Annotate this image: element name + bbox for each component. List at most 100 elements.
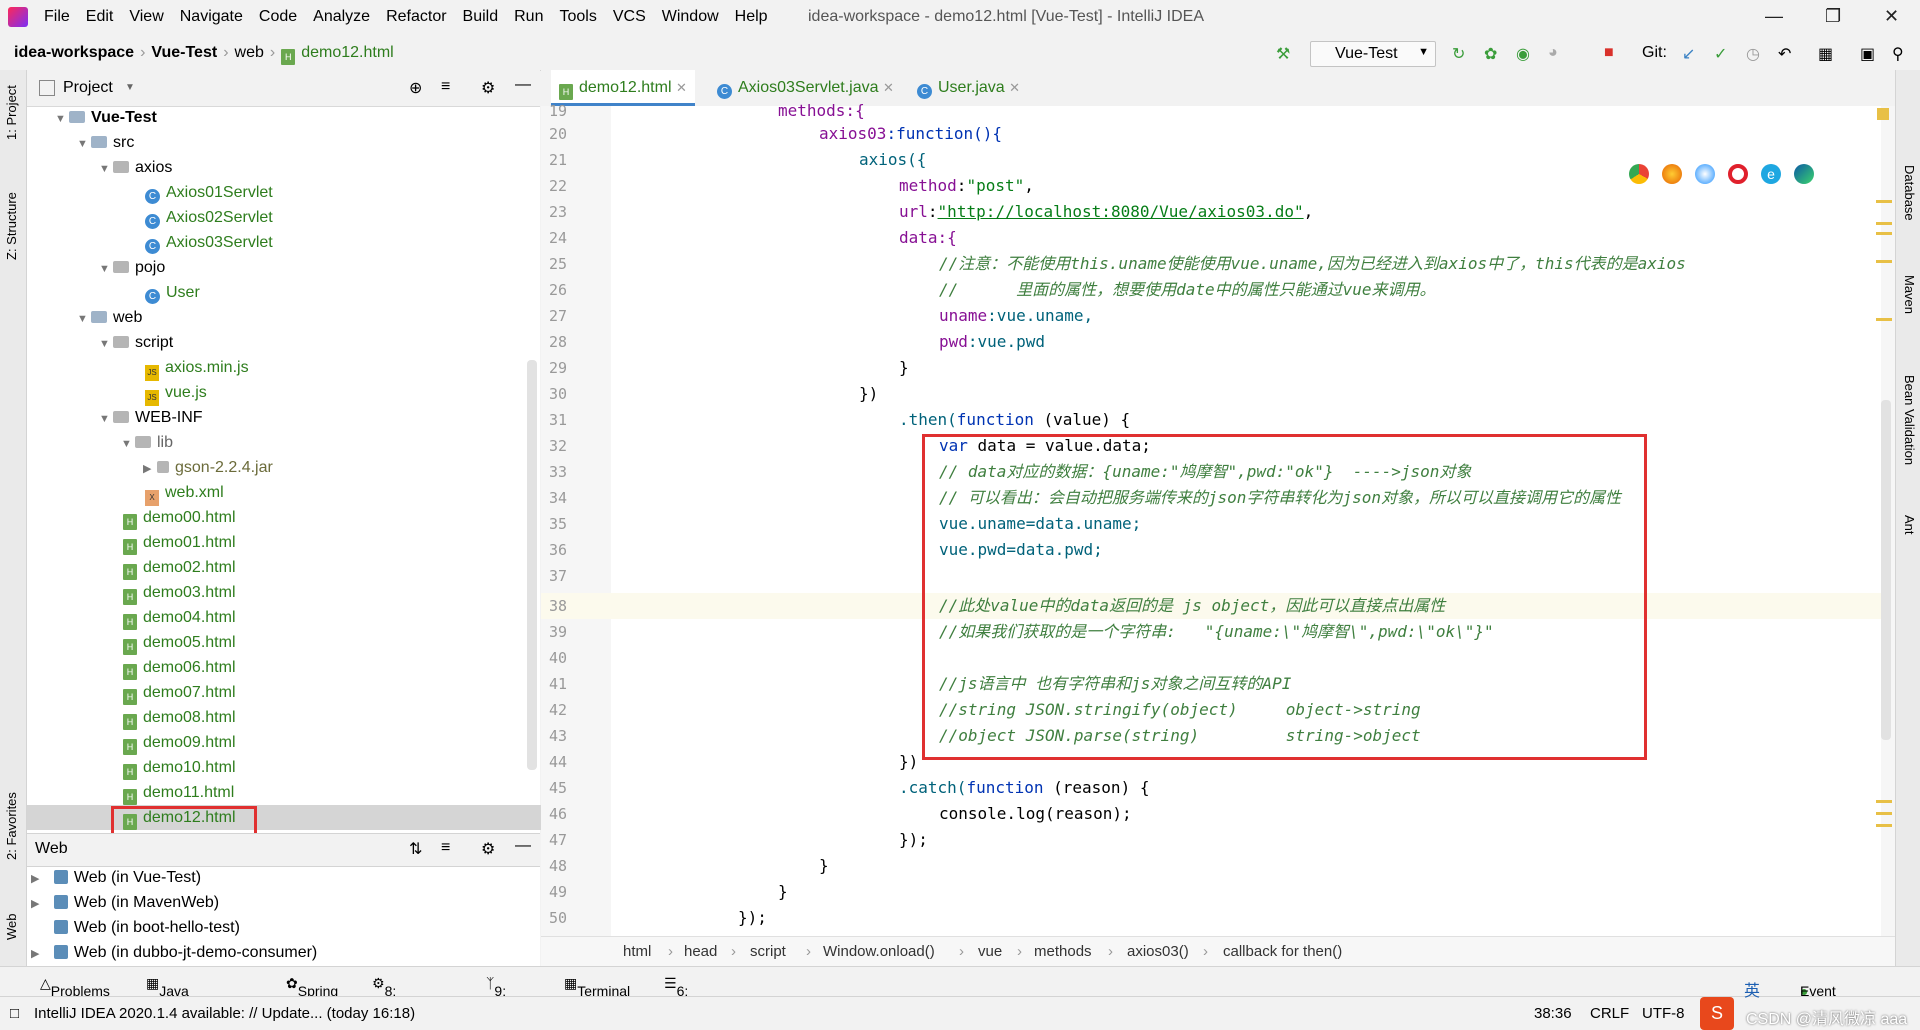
scroll-marker[interactable] [1876, 812, 1892, 815]
spring-tool-button[interactable]: ✿ Spring [286, 975, 338, 999]
profile-icon[interactable]: ◕ [1548, 44, 1558, 62]
build-hammer-icon[interactable]: ⚒ [1276, 44, 1290, 64]
web-item-vue-test[interactable]: ▶ Web (in Vue-Test) [27, 865, 201, 890]
tree-node-demo02[interactable]: Hdemo02.html [27, 555, 236, 580]
project-structure-icon[interactable]: ▦ [1818, 44, 1833, 64]
project-scrollbar[interactable] [527, 360, 537, 770]
tree-node-demo04[interactable]: Hdemo04.html [27, 605, 236, 630]
menu-code[interactable]: Code [259, 8, 297, 25]
locate-icon[interactable]: ⊕ [409, 78, 422, 98]
tree-node-script[interactable]: ▼ script [27, 330, 173, 355]
breadcrumb-web[interactable]: web [235, 44, 264, 61]
menu-vcs[interactable]: VCS [613, 8, 646, 25]
hide-panel-icon[interactable]: — [515, 837, 531, 855]
crumb-callback[interactable]: callback for then() [1223, 943, 1342, 960]
tree-node-demo07[interactable]: Hdemo07.html [27, 680, 236, 705]
menu-window[interactable]: Window [662, 8, 719, 25]
search-icon[interactable]: ⚲ [1892, 44, 1904, 64]
web-tool-tab[interactable]: Web [4, 914, 19, 941]
tree-node-demo10[interactable]: Hdemo10.html [27, 755, 236, 780]
scroll-marker[interactable] [1876, 232, 1892, 235]
project-tool-tab[interactable]: 1: Project [4, 85, 19, 140]
chevron-down-icon[interactable]: ▼ [125, 82, 135, 93]
tree-node-axios-min-js[interactable]: JS axios.min.js [27, 355, 249, 381]
menu-file[interactable]: File [44, 8, 70, 25]
close-tab-icon[interactable]: ✕ [676, 80, 687, 95]
crumb-window-onload[interactable]: Window.onload() [823, 943, 935, 960]
tree-node-axios02servlet[interactable]: C Axios02Servlet [27, 205, 273, 230]
ime-indicator[interactable]: 英 [1744, 977, 1760, 1001]
menu-analyze[interactable]: Analyze [313, 8, 370, 25]
crumb-head[interactable]: head [684, 943, 717, 960]
tree-node-gson-jar[interactable]: ▶ gson-2.2.4.jar [27, 455, 273, 480]
editor-scroll-thumb[interactable] [1881, 400, 1891, 740]
scroll-marker[interactable] [1876, 260, 1892, 263]
menu-help[interactable]: Help [735, 8, 768, 25]
terminal-tool-button[interactable]: ▦ Terminal [564, 975, 630, 999]
tree-node-demo05[interactable]: Hdemo05.html [27, 630, 236, 655]
stop-icon[interactable]: ■ [1604, 44, 1614, 62]
menu-build[interactable]: Build [463, 8, 499, 25]
safari-icon[interactable] [1695, 164, 1715, 184]
close-tab-icon[interactable]: ✕ [1009, 80, 1020, 95]
status-checkbox-icon[interactable]: □ [10, 1005, 19, 1022]
url-link[interactable]: "http://localhost:8080/Vue/axios03.do" [938, 202, 1304, 221]
tree-node-vue-test[interactable]: ▼ Vue-Test [27, 105, 157, 130]
tree-node-demo11[interactable]: Hdemo11.html [27, 780, 234, 805]
services-tool-button[interactable]: ⚙ 8: Services [372, 975, 438, 1015]
tab-demo12-html[interactable]: Hdemo12.html ✕ [551, 70, 695, 106]
run-config-select[interactable]: Vue-Test ▼ [1310, 41, 1436, 67]
crumb-axios03[interactable]: axios03() [1127, 943, 1189, 960]
project-header-title[interactable]: Project [63, 79, 113, 97]
restore-icon[interactable]: ❐ [1825, 6, 1841, 27]
database-tool-tab[interactable]: Database [1902, 165, 1917, 221]
tree-node-demo08[interactable]: Hdemo08.html [27, 705, 236, 730]
crumb-methods[interactable]: methods [1034, 943, 1092, 960]
breadcrumb-project[interactable]: Vue-Test [151, 44, 217, 61]
gear-icon[interactable]: ⚙ [481, 78, 495, 98]
git-commit-icon[interactable]: ✓ [1714, 44, 1727, 64]
expand-all-icon[interactable]: ⇅ [409, 839, 422, 859]
gear-icon[interactable]: ⚙ [481, 839, 495, 859]
menu-refactor[interactable]: Refactor [386, 8, 446, 25]
rerun-icon[interactable]: ↻ [1452, 44, 1465, 64]
menu-run[interactable]: Run [514, 8, 543, 25]
todo-tool-button[interactable]: ☰ 6: TODO [664, 975, 717, 1015]
edge-icon[interactable] [1794, 164, 1814, 184]
git-history-icon[interactable]: ◷ [1746, 44, 1760, 64]
ant-tool-tab[interactable]: Ant [1902, 515, 1917, 535]
inspection-status-icon[interactable] [1877, 108, 1889, 120]
line-separator[interactable]: CRLF [1590, 1005, 1629, 1022]
tree-node-pojo[interactable]: ▼ pojo [27, 255, 165, 280]
tab-user-java[interactable]: C User.java ✕ [909, 70, 1028, 106]
tree-node-web-inf[interactable]: ▼ WEB-INF [27, 405, 203, 430]
menu-view[interactable]: View [129, 8, 163, 25]
tree-node-demo03[interactable]: Hdemo03.html [27, 580, 236, 605]
scroll-marker[interactable] [1876, 824, 1892, 827]
maven-tool-tab[interactable]: Maven [1902, 275, 1917, 314]
web-item-dubbo-consumer[interactable]: ▶ Web (in dubbo-jt-demo-consumer) [27, 940, 317, 965]
menu-navigate[interactable]: Navigate [180, 8, 243, 25]
crumb-script[interactable]: script [750, 943, 786, 960]
tree-node-lib[interactable]: ▼ lib [27, 430, 173, 455]
tree-node-user[interactable]: C User [27, 280, 200, 305]
scroll-marker[interactable] [1876, 200, 1892, 203]
status-message[interactable]: IntelliJ IDEA 2020.1.4 available: // Upd… [34, 1005, 415, 1022]
favorites-tool-tab[interactable]: 2: Favorites [4, 792, 19, 860]
tree-node-demo01[interactable]: Hdemo01.html [27, 530, 236, 555]
crumb-html[interactable]: html [623, 943, 651, 960]
tree-node-demo00[interactable]: Hdemo00.html [27, 505, 236, 530]
java-enterprise-tool-button[interactable]: ▦ Java Enterprise [146, 975, 223, 1015]
crumb-vue[interactable]: vue [978, 943, 1002, 960]
tree-node-vue-js[interactable]: JS vue.js [27, 380, 207, 406]
opera-icon[interactable] [1728, 164, 1748, 184]
scroll-marker[interactable] [1876, 222, 1892, 225]
web-item-mavenweb[interactable]: ▶ Web (in MavenWeb) [27, 890, 219, 915]
ie-icon[interactable]: e [1761, 164, 1781, 184]
firefox-icon[interactable] [1662, 164, 1682, 184]
git-rollback-icon[interactable]: ↶ [1778, 44, 1791, 64]
tree-node-web[interactable]: ▼ web [27, 305, 142, 330]
hide-panel-icon[interactable]: — [515, 76, 531, 94]
minimize-icon[interactable]: — [1765, 6, 1783, 27]
tree-node-demo06[interactable]: Hdemo06.html [27, 655, 236, 680]
